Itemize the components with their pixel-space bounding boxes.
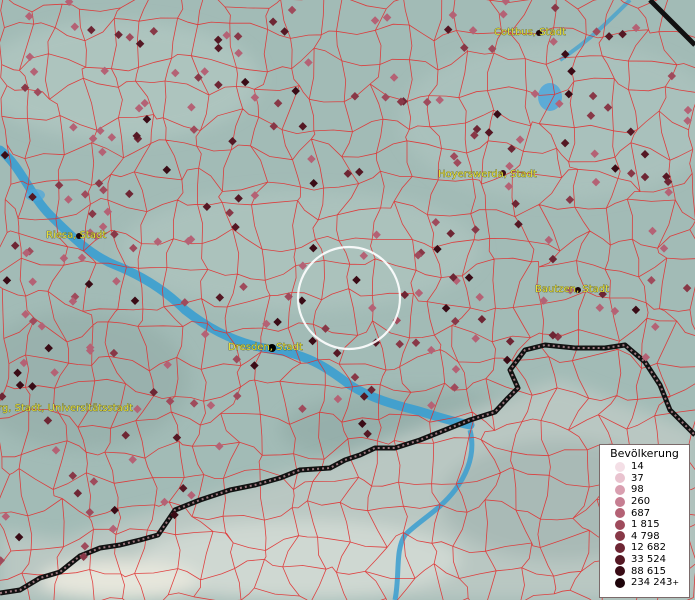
legend-swatch [615,473,625,484]
city-label-cottbus[interactable]: Cottbus, Stadt [494,27,567,39]
city-label-hoyerswerda[interactable]: Hoyerswerda, Stadt [438,169,537,181]
legend-label: 234 243 [631,577,673,589]
legend-item: 14 [600,461,689,473]
legend-item: 12 682 [600,542,689,554]
legend-item: 88 615 [600,565,689,577]
legend-label: 1 815 [631,519,660,531]
legend-label: 33 524 [631,554,666,566]
legend-swatch [615,508,625,519]
population-legend: Bevölkerung 14 37 98 260 687 1 815 4 798 12 682… [599,444,690,598]
legend-item: 37 [600,473,689,485]
legend-swatch [615,484,625,495]
legend-items: 14 37 98 260 687 1 815 4 798 12 682 33 524 88 615… [600,461,689,589]
legend-swatch [615,566,625,577]
legend-title: Bevölkerung [610,447,679,460]
legend-item: 33 524 [600,554,689,566]
legend-swatch [615,461,625,472]
legend-label: 12 682 [631,542,666,554]
legend-label: 98 [631,484,644,496]
legend-swatch [615,496,625,507]
legend-label: 4 798 [631,530,660,542]
legend-label: 260 [631,496,651,508]
city-label-riesa[interactable]: Riesa, Stadt [46,230,107,242]
legend-item: 260 [600,496,689,508]
legend-item: 98 [600,484,689,496]
legend-swatch [615,554,625,565]
map-canvas[interactable]: Cottbus, Stadt Hoyerswerda, Stadt Riesa,… [0,0,695,600]
legend-label: 687 [631,507,651,519]
legend-label: 88 615 [631,565,666,577]
legend-swatch [615,519,625,530]
legend-swatch [615,531,625,542]
legend-swatch [615,577,625,588]
legend-item: 234 243 + [600,577,689,589]
legend-label: 37 [631,472,644,484]
legend-swatch [615,542,625,553]
legend-plus-mark: + [672,578,680,588]
legend-item: 687 [600,507,689,519]
legend-label: 14 [631,461,644,473]
city-label-bautzen[interactable]: Bautzen, Stadt [535,284,610,296]
city-label-freiberg[interactable]: rg, Stadt, Universitätsstadt [0,403,133,415]
lake [25,189,45,201]
city-label-dresden[interactable]: Dresden, Stadt [228,342,303,354]
legend-item: 4 798 [600,531,689,543]
legend-item: 1 815 [600,519,689,531]
